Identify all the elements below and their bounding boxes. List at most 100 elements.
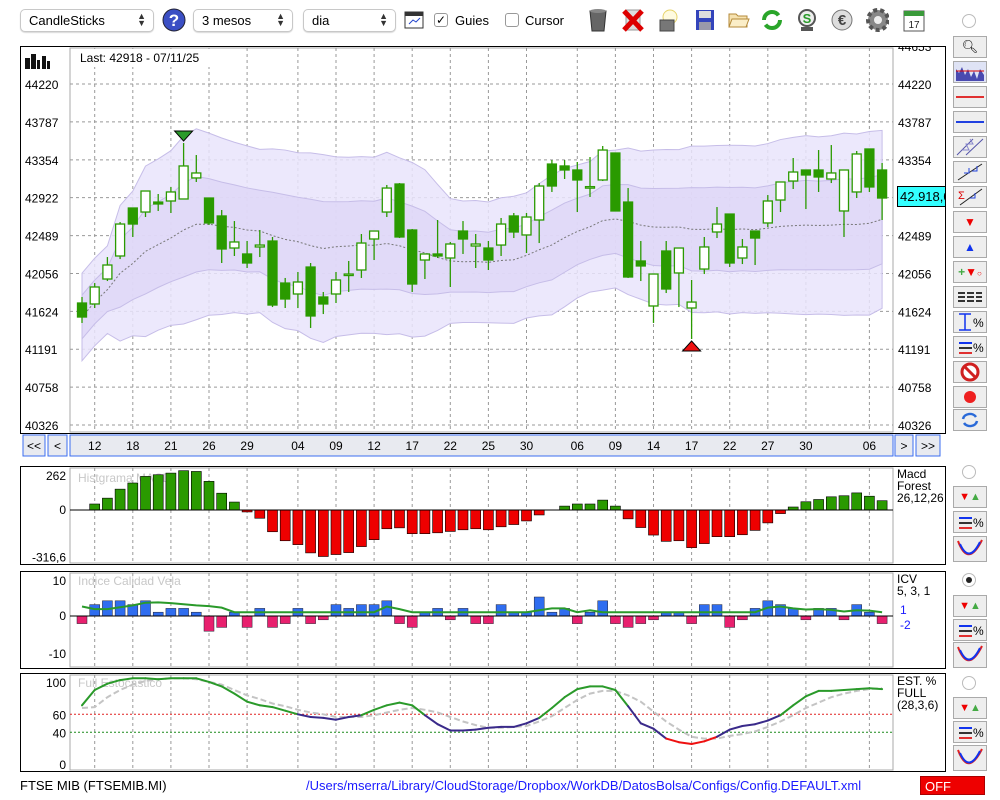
candle-body bbox=[241, 253, 253, 264]
help-icon[interactable]: ? bbox=[162, 7, 186, 33]
buy-arrow-button[interactable]: ▲ bbox=[953, 236, 987, 258]
config-path-link[interactable]: /Users/mserra/Library/CloudStorage/Dropb… bbox=[306, 778, 861, 793]
candle[interactable] bbox=[864, 148, 875, 192]
overview-button[interactable] bbox=[953, 61, 987, 83]
range-percent-button[interactable]: % bbox=[953, 311, 987, 333]
delete-x-icon[interactable] bbox=[621, 7, 645, 33]
candle[interactable] bbox=[394, 183, 405, 239]
macd-bar bbox=[381, 509, 393, 530]
macd-bar bbox=[813, 499, 824, 511]
grid-lines-button[interactable] bbox=[953, 286, 987, 308]
chart-type-select[interactable]: CandleSticks ▲ ▼ bbox=[20, 9, 154, 32]
stoch-levels-button[interactable]: % bbox=[953, 721, 987, 743]
candle[interactable] bbox=[89, 283, 100, 309]
channel-button[interactable] bbox=[953, 136, 987, 158]
lines-percent-button[interactable]: % bbox=[953, 336, 987, 358]
icv-bar bbox=[838, 615, 850, 621]
macd-curve-button[interactable] bbox=[953, 536, 987, 562]
save-icon[interactable] bbox=[693, 7, 717, 33]
candle[interactable] bbox=[724, 213, 735, 268]
stoch-signals-button[interactable]: ▼▲ bbox=[953, 697, 987, 719]
guides-label: Guies bbox=[455, 13, 489, 28]
date-label: 17 bbox=[685, 439, 699, 453]
open-folder-icon[interactable] bbox=[727, 7, 751, 33]
sum-trendline-button[interactable]: Σ bbox=[953, 186, 987, 208]
price-axis-label-right: 42489 bbox=[898, 230, 932, 244]
candle[interactable] bbox=[114, 222, 126, 260]
macd-bar bbox=[508, 509, 520, 525]
candle-body bbox=[724, 213, 735, 264]
candle-body bbox=[394, 183, 405, 238]
macd-signals-button[interactable]: ▼▲ bbox=[953, 486, 987, 508]
cursor-label: Cursor bbox=[525, 13, 565, 28]
nav-first-button[interactable]: << bbox=[22, 434, 46, 457]
no-entry-icon bbox=[960, 362, 980, 382]
candle-body bbox=[635, 260, 646, 267]
icv-side-value: -2 bbox=[900, 618, 911, 632]
panel-radio-macd[interactable] bbox=[962, 465, 976, 479]
icv-bar bbox=[191, 611, 202, 617]
period-select[interactable]: 3 mesos ▲ ▼ bbox=[193, 9, 293, 32]
candle[interactable] bbox=[407, 229, 418, 292]
sync-button[interactable] bbox=[953, 409, 987, 431]
zoom-button[interactable]: 🔍︎ bbox=[953, 36, 987, 58]
candle[interactable] bbox=[267, 236, 278, 308]
nav-prev-button[interactable]: < bbox=[47, 434, 68, 457]
candle[interactable] bbox=[622, 188, 634, 278]
calendar-icon[interactable]: 17 bbox=[902, 7, 926, 33]
cancel-button[interactable] bbox=[953, 361, 987, 383]
candle-body bbox=[711, 223, 723, 233]
add-alert-button[interactable]: +▼○ bbox=[953, 261, 987, 283]
candle-body bbox=[851, 153, 862, 193]
macd-histogram-chart[interactable]: Histgrama MACD2620-316,6MacdForest26,12,… bbox=[20, 466, 946, 565]
settings-gear-icon[interactable] bbox=[865, 7, 889, 33]
period-value: 3 mesos bbox=[202, 13, 252, 28]
macd-bar bbox=[330, 509, 342, 555]
record-button[interactable] bbox=[953, 386, 987, 408]
red-hline-button[interactable] bbox=[953, 86, 987, 108]
stoch-k-segment bbox=[309, 716, 325, 719]
trendline-button[interactable] bbox=[953, 161, 987, 183]
mode-off-indicator[interactable]: OFF bbox=[920, 776, 985, 795]
panel-radio-stoch[interactable] bbox=[962, 676, 976, 690]
icv-chart[interactable]: Indice Calidad Vela100-10ICV5, 3, 11-2 bbox=[20, 571, 946, 669]
price-chart[interactable]: 44220 43787 43354 42922 42489 42056 41624 41191… bbox=[20, 46, 946, 434]
macd-legend-text: 26,12,26 bbox=[897, 491, 944, 505]
chart-type-value: CandleSticks bbox=[29, 13, 105, 28]
candle[interactable] bbox=[203, 197, 215, 225]
date-label: 12 bbox=[88, 439, 102, 453]
icv-levels-button[interactable]: % bbox=[953, 619, 987, 641]
candle[interactable] bbox=[610, 152, 621, 212]
candle[interactable] bbox=[597, 145, 608, 182]
chart-window-icon[interactable] bbox=[402, 7, 426, 33]
panel-radio-main[interactable] bbox=[962, 14, 976, 28]
date-label: 12 bbox=[367, 439, 381, 453]
panel-radio-icv[interactable] bbox=[962, 573, 976, 587]
interval-select[interactable]: dia ▲ ▼ bbox=[303, 9, 396, 32]
nav-next-button[interactable]: > bbox=[894, 434, 914, 457]
signal-arrows-icon: ▼▲ bbox=[959, 600, 981, 612]
checkmark-icon: ✓ bbox=[435, 13, 447, 27]
currency-sync-icon[interactable]: S bbox=[795, 7, 819, 33]
svg-text:%: % bbox=[973, 341, 984, 355]
macd-bar bbox=[660, 509, 672, 542]
blue-hline-button[interactable] bbox=[953, 111, 987, 133]
icv-bar bbox=[76, 615, 88, 624]
stoch-curve-button[interactable] bbox=[953, 745, 987, 771]
cursor-checkbox[interactable] bbox=[505, 13, 519, 27]
euro-icon[interactable]: € bbox=[830, 7, 854, 33]
icv-signals-button[interactable]: ▼▲ bbox=[953, 595, 987, 617]
macd-bar bbox=[191, 471, 202, 511]
sell-arrow-button[interactable]: ▼ bbox=[953, 211, 987, 233]
refresh-icon[interactable] bbox=[760, 7, 784, 33]
candle[interactable] bbox=[381, 184, 392, 218]
candle[interactable] bbox=[851, 150, 862, 199]
nav-last-button[interactable]: >> bbox=[915, 434, 941, 457]
icv-curve-button[interactable] bbox=[953, 642, 987, 668]
trash-icon[interactable] bbox=[586, 7, 610, 33]
guides-checkbox[interactable]: ✓ bbox=[434, 13, 448, 27]
macd-bar bbox=[254, 509, 266, 519]
stochastic-chart[interactable]: Full Estocastico10060400EST. %FULL(28,3,… bbox=[20, 673, 946, 772]
lamp-icon[interactable] bbox=[656, 7, 680, 33]
macd-levels-button[interactable]: % bbox=[953, 511, 987, 533]
